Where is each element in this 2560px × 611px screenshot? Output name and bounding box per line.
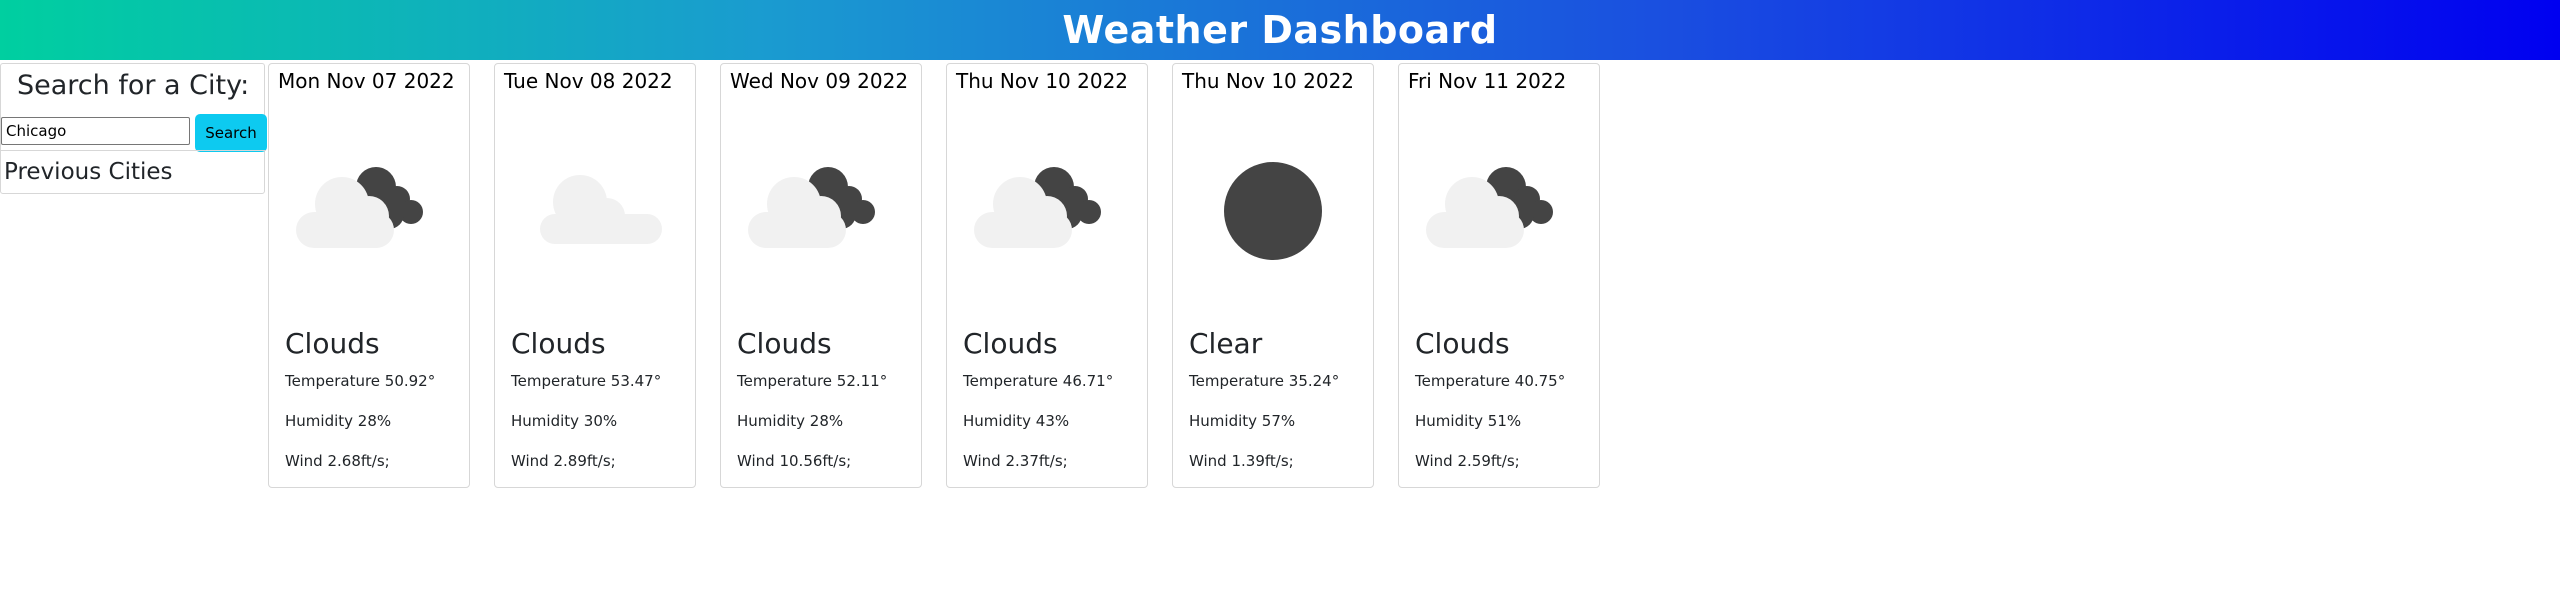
previous-cities-label: Previous Cities xyxy=(4,159,173,185)
main-content: Search for a City: Search Previous Citie… xyxy=(0,60,2560,611)
clear-night-icon xyxy=(1224,162,1322,260)
cloud-icon xyxy=(540,175,662,244)
wind: Wind 2.89ft/s; xyxy=(511,452,616,470)
clouds-icon xyxy=(974,167,1101,248)
condition: Clouds xyxy=(511,327,606,360)
forecast-card: Tue Nov 08 2022 Clouds Temperature 53.47… xyxy=(494,63,696,488)
divider xyxy=(1,150,266,151)
humidity: Humidity 57% xyxy=(1189,412,1296,430)
page-title: Weather Dashboard xyxy=(1062,8,1498,52)
condition: Clouds xyxy=(285,327,380,360)
humidity: Humidity 30% xyxy=(511,412,618,430)
clouds-icon xyxy=(296,167,423,248)
temperature: Temperature 52.11° xyxy=(737,372,888,390)
city-search-input[interactable] xyxy=(1,117,190,145)
forecast-date: Thu Nov 10 2022 xyxy=(956,69,1129,93)
app-header: Weather Dashboard xyxy=(0,0,2560,60)
wind: Wind 2.37ft/s; xyxy=(963,452,1068,470)
forecast-card: Wed Nov 09 2022 Clouds Temperature 52.11… xyxy=(720,63,922,488)
humidity: Humidity 51% xyxy=(1415,412,1522,430)
search-title: Search for a City: xyxy=(17,70,250,101)
humidity: Humidity 43% xyxy=(963,412,1070,430)
forecast-date: Tue Nov 08 2022 xyxy=(504,69,673,93)
forecast-card: Mon Nov 07 2022 Clouds Temperature 50.92… xyxy=(268,63,470,488)
temperature: Temperature 35.24° xyxy=(1189,372,1340,390)
condition: Clouds xyxy=(737,327,832,360)
condition: Clouds xyxy=(1415,327,1510,360)
condition: Clouds xyxy=(963,327,1058,360)
wind: Wind 1.39ft/s; xyxy=(1189,452,1294,470)
forecast-card: Thu Nov 10 2022 Clear Temperature 35.24°… xyxy=(1172,63,1374,488)
forecast-date: Mon Nov 07 2022 xyxy=(278,69,455,93)
clouds-icon xyxy=(1426,167,1553,248)
wind: Wind 2.59ft/s; xyxy=(1415,452,1520,470)
search-panel: Search for a City: Search Previous Citie… xyxy=(0,63,267,194)
humidity: Humidity 28% xyxy=(737,412,844,430)
forecast-card: Thu Nov 10 2022 Clouds Temperature 46.71… xyxy=(946,63,1148,488)
forecast-date: Fri Nov 11 2022 xyxy=(1408,69,1567,93)
condition: Clear xyxy=(1189,327,1263,360)
forecast-date: Thu Nov 10 2022 xyxy=(1182,69,1355,93)
forecast-card: Fri Nov 11 2022 Clouds Temperature 40.75… xyxy=(1398,63,1600,488)
wind: Wind 2.68ft/s; xyxy=(285,452,390,470)
temperature: Temperature 46.71° xyxy=(963,372,1114,390)
temperature: Temperature 53.47° xyxy=(511,372,662,390)
wind: Wind 10.56ft/s; xyxy=(737,452,852,470)
temperature: Temperature 40.75° xyxy=(1415,372,1566,390)
forecast-date: Wed Nov 09 2022 xyxy=(730,69,909,93)
clouds-icon xyxy=(748,167,875,248)
search-button[interactable]: Search xyxy=(195,114,267,152)
humidity: Humidity 28% xyxy=(285,412,392,430)
temperature: Temperature 50.92° xyxy=(285,372,436,390)
